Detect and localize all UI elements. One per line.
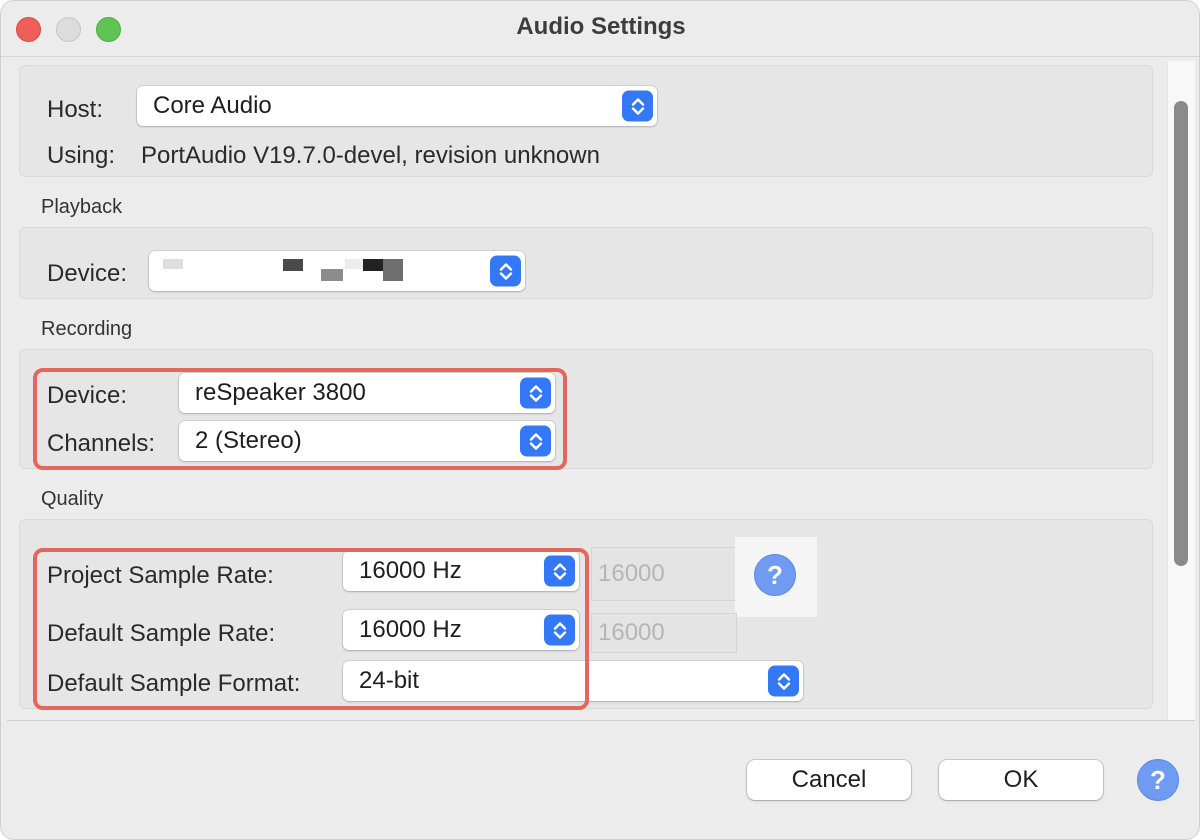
- redacted-mark: [321, 269, 343, 281]
- project-sample-rate-field: 16000: [591, 547, 737, 601]
- playback-device-label: Device:: [47, 260, 128, 287]
- default-sample-rate-field: 16000: [591, 613, 737, 653]
- chevron-up-down-icon: [768, 665, 799, 697]
- host-select[interactable]: Core Audio: [137, 86, 657, 126]
- redacted-mark: [363, 259, 383, 271]
- recording-highlight-box: [33, 368, 567, 470]
- scrollbar-thumb[interactable]: [1174, 101, 1188, 566]
- chevron-up-down-icon: [622, 90, 653, 122]
- redacted-mark: [345, 259, 363, 269]
- redacted-mark: [383, 259, 403, 281]
- vertical-scrollbar[interactable]: [1167, 61, 1195, 720]
- title-bar: Audio Settings: [1, 1, 1199, 57]
- audio-settings-window: Audio Settings Host: Core Audio Using: P…: [0, 0, 1200, 840]
- help-icon[interactable]: ?: [1137, 759, 1179, 801]
- cancel-button[interactable]: Cancel: [747, 760, 911, 800]
- redacted-mark: [163, 259, 183, 269]
- using-label: Using:: [47, 142, 116, 169]
- settings-scroll-area: Host: Core Audio Using: PortAudio V19.7.…: [7, 61, 1195, 721]
- playback-device-select[interactable]: [149, 251, 525, 291]
- quality-highlight-box: [33, 548, 589, 710]
- host-select-value: Core Audio: [153, 92, 272, 119]
- chevron-up-down-icon: [490, 255, 521, 287]
- help-icon[interactable]: ?: [754, 554, 796, 596]
- playback-section-title: Playback: [41, 196, 123, 218]
- window-title: Audio Settings: [516, 13, 686, 40]
- redacted-mark: [283, 259, 303, 271]
- host-label: Host:: [47, 96, 104, 123]
- using-value: PortAudio V19.7.0-devel, revision unknow…: [141, 142, 600, 169]
- quality-section-title: Quality: [41, 488, 104, 510]
- ok-button[interactable]: OK: [939, 760, 1103, 800]
- recording-section-title: Recording: [41, 318, 133, 340]
